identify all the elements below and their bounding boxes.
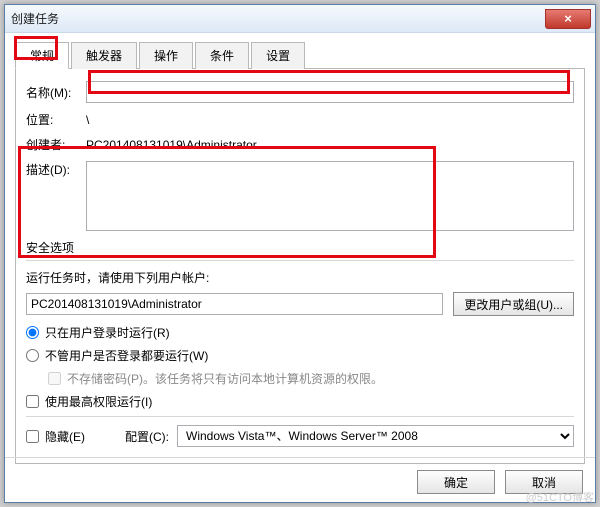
radio-any-time[interactable]: 不管用户是否登录都要运行(W) [26, 347, 574, 364]
close-button[interactable]: × [545, 9, 591, 29]
change-user-button[interactable]: 更改用户或组(U)... [453, 292, 574, 316]
divider-2 [26, 416, 574, 417]
watermark: @51CTO博客 [526, 489, 594, 505]
creator-label: 创建者: [26, 136, 86, 153]
config-select[interactable]: Windows Vista™、Windows Server™ 2008 [177, 425, 574, 447]
radio-any-time-input[interactable] [26, 349, 39, 362]
radio-logged-on-label: 只在用户登录时运行(R) [45, 324, 170, 341]
name-label: 名称(M): [26, 84, 86, 101]
desc-label: 描述(D): [26, 161, 86, 178]
create-task-dialog: 创建任务 × 常规 触发器 操作 条件 设置 名称(M): 位置: \ 创建者:… [4, 4, 596, 503]
config-label: 配置(C): [125, 428, 169, 445]
location-label: 位置: [26, 111, 86, 128]
footer-divider [5, 457, 595, 458]
check-highest[interactable]: 使用最高权限运行(I) [26, 393, 574, 410]
location-value: \ [86, 113, 89, 127]
account-field [26, 293, 443, 315]
check-nostore-pw-label: 不存储密码(P)。该任务将只有访问本地计算机资源的权限。 [67, 370, 383, 387]
check-hidden-label: 隐藏(E) [45, 428, 85, 445]
divider [26, 260, 574, 261]
tab-actions[interactable]: 操作 [139, 42, 193, 69]
check-highest-label: 使用最高权限运行(I) [45, 393, 152, 410]
name-input[interactable] [86, 81, 574, 103]
radio-logged-on[interactable]: 只在用户登录时运行(R) [26, 324, 574, 341]
tab-panel-general: 名称(M): 位置: \ 创建者: PC201408131019\Adminis… [15, 69, 585, 464]
tab-settings[interactable]: 设置 [251, 42, 305, 69]
window-title: 创建任务 [11, 10, 545, 27]
desc-textarea[interactable] [86, 161, 574, 231]
check-nostore-pw-input [48, 372, 61, 385]
tab-conditions[interactable]: 条件 [195, 42, 249, 69]
titlebar[interactable]: 创建任务 × [5, 5, 595, 33]
ok-button[interactable]: 确定 [417, 470, 495, 494]
security-section-label: 安全选项 [26, 239, 574, 256]
tab-general[interactable]: 常规 [15, 42, 69, 69]
run-as-label: 运行任务时，请使用下列用户帐户: [26, 269, 574, 286]
footer: 确定 取消 [5, 462, 595, 502]
tab-triggers[interactable]: 触发器 [71, 42, 137, 69]
check-nostore-pw: 不存储密码(P)。该任务将只有访问本地计算机资源的权限。 [48, 370, 574, 387]
check-hidden[interactable]: 隐藏(E) [26, 428, 85, 445]
creator-value: PC201408131019\Administrator [86, 138, 257, 152]
tab-strip: 常规 触发器 操作 条件 设置 [15, 41, 585, 69]
check-hidden-input[interactable] [26, 430, 39, 443]
radio-any-time-label: 不管用户是否登录都要运行(W) [45, 347, 208, 364]
content: 常规 触发器 操作 条件 设置 名称(M): 位置: \ 创建者: PC2014… [5, 33, 595, 502]
check-highest-input[interactable] [26, 395, 39, 408]
radio-logged-on-input[interactable] [26, 326, 39, 339]
